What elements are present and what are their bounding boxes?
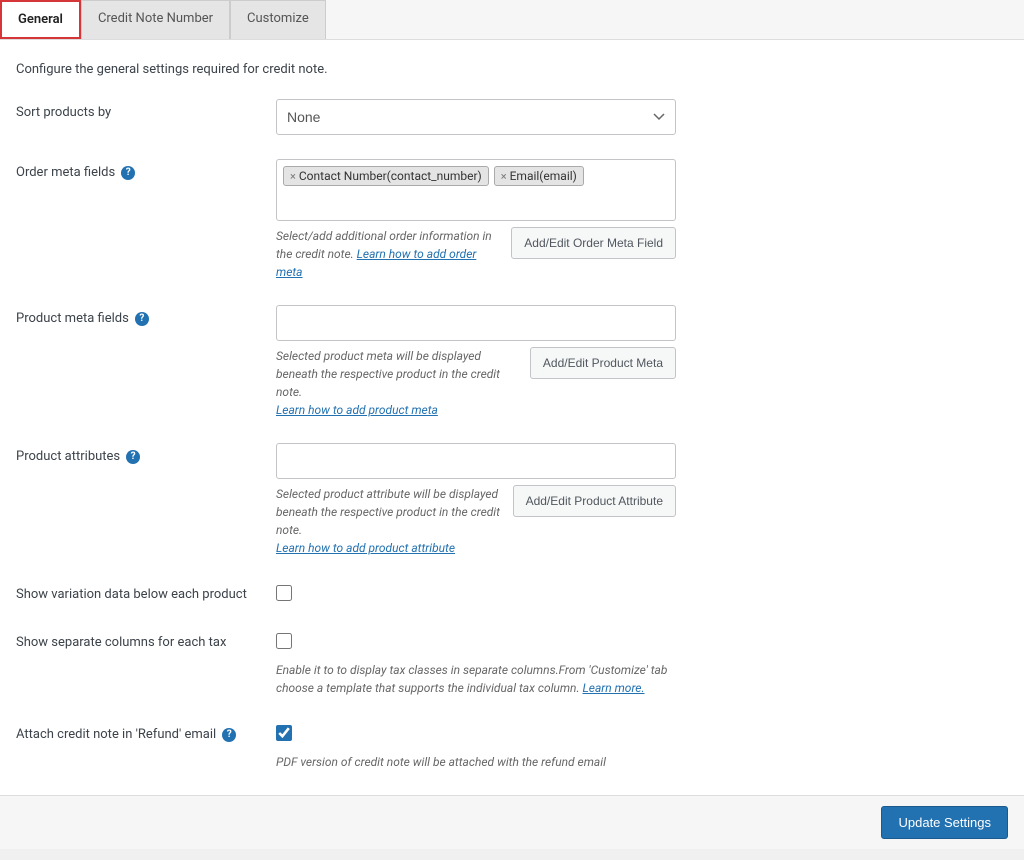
attach-refund-checkbox[interactable] (276, 725, 292, 741)
product-meta-input[interactable] (276, 305, 676, 341)
learn-add-product-meta-link[interactable]: Learn how to add product meta (276, 403, 438, 417)
separate-tax-columns-checkbox[interactable] (276, 633, 292, 649)
order-meta-tag: × Contact Number(contact_number) (283, 166, 489, 186)
learn-more-tax-link[interactable]: Learn more. (583, 681, 645, 695)
add-edit-order-meta-button[interactable]: Add/Edit Order Meta Field (511, 227, 676, 259)
product-meta-desc: Selected product meta will be displayed … (276, 347, 518, 419)
sort-products-select[interactable]: None (276, 99, 676, 135)
separate-tax-columns-desc: Enable it to to display tax classes in s… (276, 661, 676, 697)
add-edit-product-attribute-button[interactable]: Add/Edit Product Attribute (513, 485, 676, 517)
update-settings-button[interactable]: Update Settings (881, 806, 1008, 839)
product-attributes-input[interactable] (276, 443, 676, 479)
help-icon[interactable]: ? (121, 166, 135, 180)
tab-credit-note-number[interactable]: Credit Note Number (81, 0, 230, 39)
tag-remove-icon[interactable]: × (290, 170, 296, 183)
attach-refund-label: Attach credit note in 'Refund' email (16, 727, 216, 742)
order-meta-input[interactable]: × Contact Number(contact_number) × Email… (276, 159, 676, 221)
settings-tabs: General Credit Note Number Customize (0, 0, 1024, 40)
separate-tax-columns-label: Show separate columns for each tax (16, 629, 276, 650)
learn-add-product-attribute-link[interactable]: Learn how to add product attribute (276, 541, 455, 555)
help-icon[interactable]: ? (126, 450, 140, 464)
tag-label: Email(email) (510, 169, 577, 183)
tab-customize[interactable]: Customize (230, 0, 326, 39)
product-meta-label: Product meta fields (16, 311, 129, 326)
help-icon[interactable]: ? (222, 728, 236, 742)
tab-general[interactable]: General (0, 0, 81, 39)
general-settings-panel: Configure the general settings required … (0, 40, 1024, 795)
tag-label: Contact Number(contact_number) (299, 169, 482, 183)
intro-text: Configure the general settings required … (16, 62, 1008, 77)
show-variation-checkbox[interactable] (276, 585, 292, 601)
attach-refund-desc: PDF version of credit note will be attac… (276, 753, 676, 771)
product-attributes-desc: Selected product attribute will be displ… (276, 485, 501, 557)
sort-products-label: Sort products by (16, 99, 276, 120)
order-meta-tag: × Email(email) (494, 166, 584, 186)
product-attributes-label: Product attributes (16, 449, 120, 464)
help-icon[interactable]: ? (135, 312, 149, 326)
order-meta-label: Order meta fields (16, 165, 115, 180)
add-edit-product-meta-button[interactable]: Add/Edit Product Meta (530, 347, 676, 379)
tag-remove-icon[interactable]: × (501, 170, 507, 183)
footer-bar: Update Settings (0, 795, 1024, 849)
show-variation-label: Show variation data below each product (16, 581, 276, 602)
order-meta-desc: Select/add additional order information … (276, 227, 499, 281)
